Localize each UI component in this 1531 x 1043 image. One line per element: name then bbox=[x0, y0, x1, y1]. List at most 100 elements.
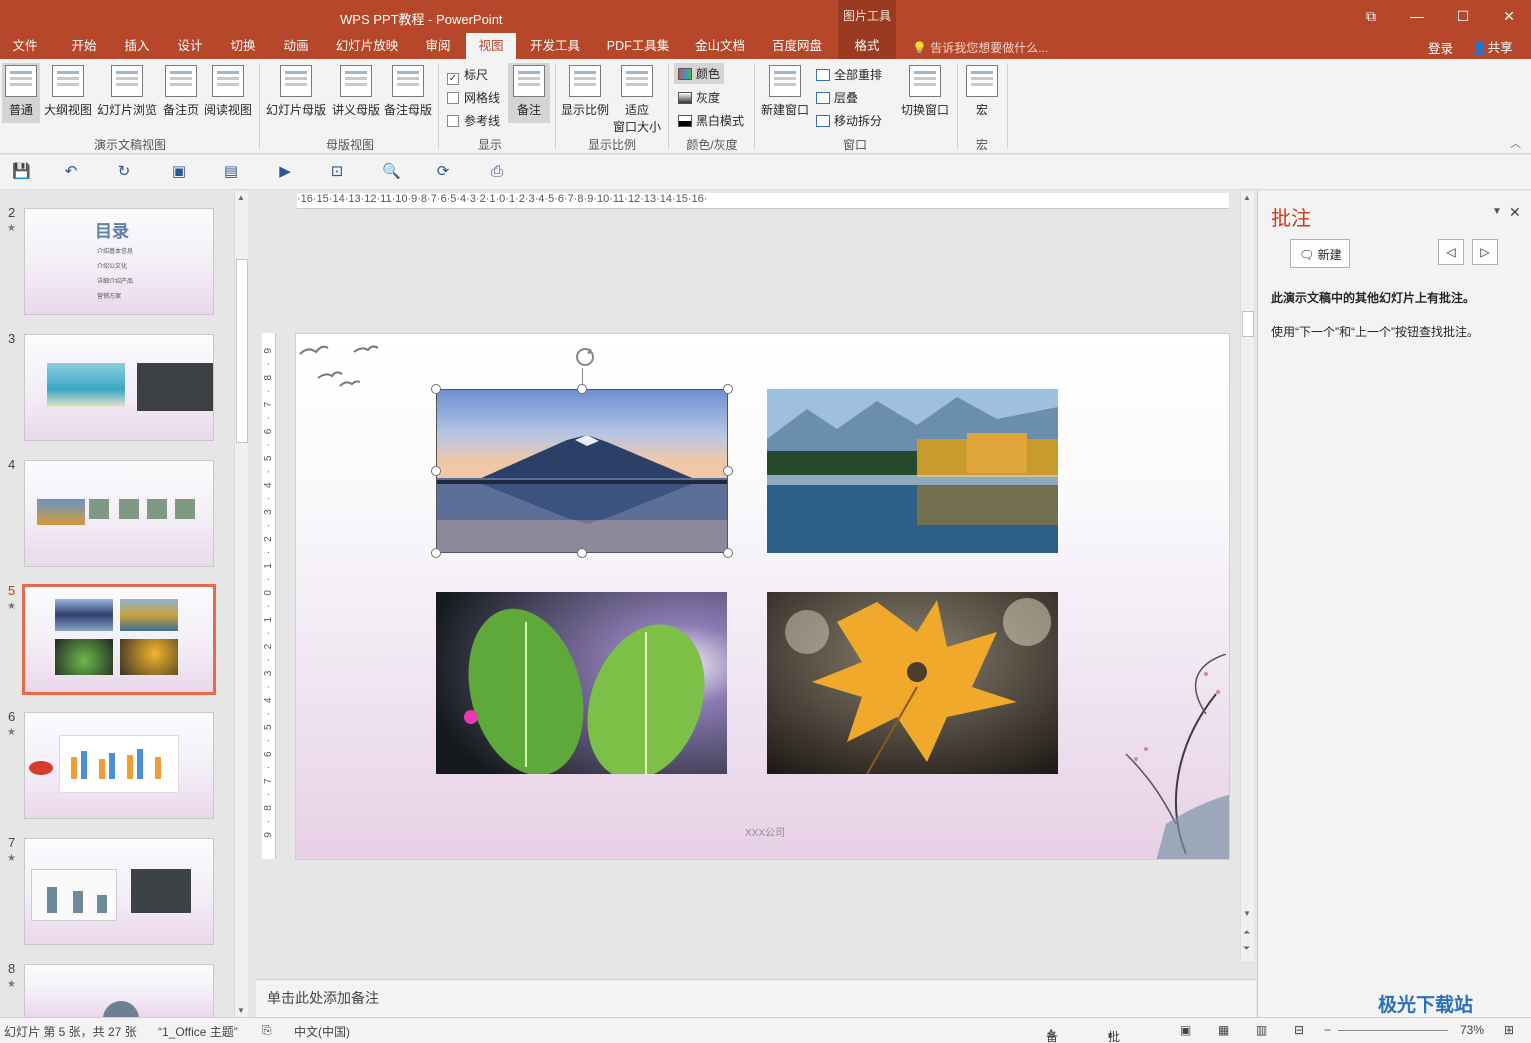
slide-thumbnail-2[interactable]: 目录 介绍基本信息 介绍公文化 详细介绍产品 营销方案 bbox=[24, 208, 214, 315]
redo-icon[interactable]: ↻ bbox=[115, 163, 133, 181]
language-indicator[interactable]: 中文(中国) bbox=[294, 1023, 350, 1040]
tab-insert[interactable]: 插入 bbox=[112, 33, 162, 59]
new-comment-button[interactable]: 🗨 新建 bbox=[1290, 239, 1350, 268]
move-split-button[interactable]: 移动拆分 bbox=[816, 112, 882, 129]
maximize-button[interactable]: ☐ bbox=[1440, 0, 1486, 33]
spellcheck-icon[interactable]: ⎘ bbox=[262, 1023, 272, 1038]
resize-handle-bottom[interactable] bbox=[577, 548, 587, 558]
black-white-button[interactable]: 黑白模式 bbox=[678, 112, 744, 129]
outline-view-button[interactable]: 大纲视图 bbox=[42, 63, 94, 123]
next-slide-icon[interactable]: ⏷ bbox=[1243, 943, 1250, 954]
tab-view[interactable]: 视图 bbox=[466, 33, 516, 59]
reading-view-status-icon[interactable]: ▥ bbox=[1256, 1023, 1267, 1037]
resize-handle-right[interactable] bbox=[723, 466, 733, 476]
gridlines-checkbox[interactable]: 网格线 bbox=[447, 89, 500, 106]
tab-kingsoft-docs[interactable]: 金山文档 bbox=[684, 33, 756, 59]
current-slide[interactable]: XXX公司 bbox=[295, 333, 1230, 860]
resize-handle-top-left[interactable] bbox=[431, 384, 441, 394]
tab-design[interactable]: 设计 bbox=[164, 33, 216, 59]
slide-thumbnail-7[interactable] bbox=[24, 838, 214, 945]
tab-transitions[interactable]: 切换 bbox=[218, 33, 268, 59]
slide-thumbnail-8[interactable] bbox=[24, 964, 214, 1017]
share-button[interactable]: 👤共享 bbox=[1466, 36, 1519, 57]
previous-slide-icon[interactable]: ⏶ bbox=[1243, 927, 1250, 938]
switch-windows-button[interactable]: 切换窗口 bbox=[898, 63, 952, 123]
resize-handle-bottom-left[interactable] bbox=[431, 548, 441, 558]
resize-handle-bottom-right[interactable] bbox=[723, 548, 733, 558]
zoom-level[interactable]: 73% bbox=[1460, 1023, 1484, 1037]
zoom-slider[interactable] bbox=[1338, 1030, 1448, 1031]
scroll-up-arrow-icon[interactable]: ▲ bbox=[1243, 193, 1251, 202]
present-icon[interactable]: ⊡ bbox=[328, 163, 346, 181]
fit-to-window-button[interactable]: 适应 窗口大小 bbox=[612, 63, 662, 134]
tab-baidu-netdisk[interactable]: 百度网盘 bbox=[760, 33, 834, 59]
close-button[interactable]: ✕ bbox=[1486, 0, 1531, 33]
zoom-out-icon[interactable]: − bbox=[1324, 1023, 1331, 1037]
tab-animations[interactable]: 动画 bbox=[270, 33, 322, 59]
slide-scrollbar[interactable]: ▲ ▼ ⏶ ⏷ bbox=[1240, 191, 1254, 961]
resize-handle-top-right[interactable] bbox=[723, 384, 733, 394]
rotate-handle-icon[interactable] bbox=[572, 344, 598, 370]
new-window-button[interactable]: 新建窗口 bbox=[760, 63, 810, 123]
resize-handle-left[interactable] bbox=[431, 466, 441, 476]
notes-page-button[interactable]: 备注页 bbox=[160, 63, 202, 123]
slide-master-button[interactable]: 幻灯片母版 bbox=[264, 63, 328, 123]
close-pane-icon[interactable]: ✕ bbox=[1509, 204, 1521, 221]
scroll-up-arrow-icon[interactable]: ▲ bbox=[237, 193, 245, 202]
maple-leaf-picture[interactable] bbox=[767, 592, 1058, 774]
minimize-button[interactable]: — bbox=[1394, 0, 1440, 33]
share-sync-icon[interactable]: ⟳ bbox=[434, 163, 452, 181]
tab-review[interactable]: 审阅 bbox=[412, 33, 464, 59]
previous-comment-button[interactable]: ◁ bbox=[1438, 239, 1464, 265]
cascade-button[interactable]: 层叠 bbox=[816, 89, 858, 106]
tab-pdf-tools[interactable]: PDF工具集 bbox=[596, 33, 680, 59]
tab-home[interactable]: 开始 bbox=[58, 33, 110, 59]
slideshow-status-icon[interactable]: ⊟ bbox=[1294, 1023, 1304, 1037]
slide-thumbnail-3[interactable] bbox=[24, 334, 214, 441]
slide-sorter-button[interactable]: 幻灯片浏览 bbox=[96, 63, 158, 123]
thumbnails-scrollbar[interactable]: ▲ ▼ bbox=[234, 191, 248, 1017]
save-icon[interactable]: 💾 bbox=[12, 163, 31, 181]
normal-view-status-icon[interactable]: ▣ bbox=[1180, 1023, 1191, 1037]
next-comment-button[interactable]: ▷ bbox=[1472, 239, 1498, 265]
notes-pane[interactable]: 单击此处添加备注 bbox=[256, 979, 1256, 1017]
slide-sorter-status-icon[interactable]: ▦ bbox=[1218, 1023, 1229, 1037]
handout-master-button[interactable]: 讲义母版 bbox=[330, 63, 382, 123]
scroll-down-arrow-icon[interactable]: ▼ bbox=[1243, 909, 1251, 918]
tab-file[interactable]: 文件 bbox=[0, 33, 50, 59]
macros-button[interactable]: 宏 bbox=[962, 63, 1002, 123]
guides-checkbox[interactable]: 参考线 bbox=[447, 112, 500, 129]
login-link[interactable]: 登录 bbox=[1428, 38, 1453, 57]
scrollbar-thumb[interactable] bbox=[1242, 311, 1254, 337]
slide-thumbnail-5[interactable] bbox=[22, 584, 216, 695]
normal-view-button[interactable]: 普通 bbox=[2, 63, 40, 123]
notes-master-button[interactable]: 备注母版 bbox=[382, 63, 434, 123]
resize-handle-top[interactable] bbox=[577, 384, 587, 394]
scroll-down-arrow-icon[interactable]: ▼ bbox=[237, 1006, 245, 1015]
layout-icon[interactable]: ▤ bbox=[222, 163, 240, 181]
preview-icon[interactable]: 🔍 bbox=[382, 163, 401, 181]
slide-thumbnail-4[interactable] bbox=[24, 460, 214, 567]
autumn-lake-picture[interactable] bbox=[767, 389, 1058, 553]
tab-slideshow[interactable]: 幻灯片放映 bbox=[326, 33, 408, 59]
grayscale-button[interactable]: 灰度 bbox=[678, 89, 720, 106]
slideshow-icon[interactable]: ▶ bbox=[276, 163, 294, 181]
reading-view-button[interactable]: 阅读视图 bbox=[202, 63, 254, 123]
print-preview-icon[interactable]: ⎙ bbox=[488, 163, 506, 181]
pane-options-icon[interactable]: ▼ bbox=[1492, 206, 1502, 217]
color-mode-button[interactable]: 颜色 bbox=[674, 63, 725, 84]
tab-developer[interactable]: 开发工具 bbox=[520, 33, 590, 59]
notes-toggle-button[interactable]: 备注 bbox=[508, 63, 550, 123]
ruler-checkbox[interactable]: ✓ 标尺 bbox=[447, 66, 488, 85]
scrollbar-thumb[interactable] bbox=[236, 259, 248, 443]
collapse-ribbon-icon[interactable]: ︿ bbox=[1510, 135, 1521, 151]
tab-format[interactable]: 格式 bbox=[838, 33, 896, 59]
undo-icon[interactable]: ↶ bbox=[62, 163, 80, 181]
mountain-lake-picture[interactable] bbox=[436, 389, 728, 553]
slide-thumbnail-6[interactable] bbox=[24, 712, 214, 819]
tell-me-box[interactable]: 💡 告诉我您想要做什么... bbox=[912, 39, 1048, 56]
arrange-all-button[interactable]: 全部重排 bbox=[816, 66, 882, 83]
new-slide-icon[interactable]: ▣ bbox=[170, 163, 188, 181]
green-leaves-picture[interactable] bbox=[436, 592, 727, 774]
fit-slide-icon[interactable]: ⊞ bbox=[1504, 1023, 1514, 1037]
